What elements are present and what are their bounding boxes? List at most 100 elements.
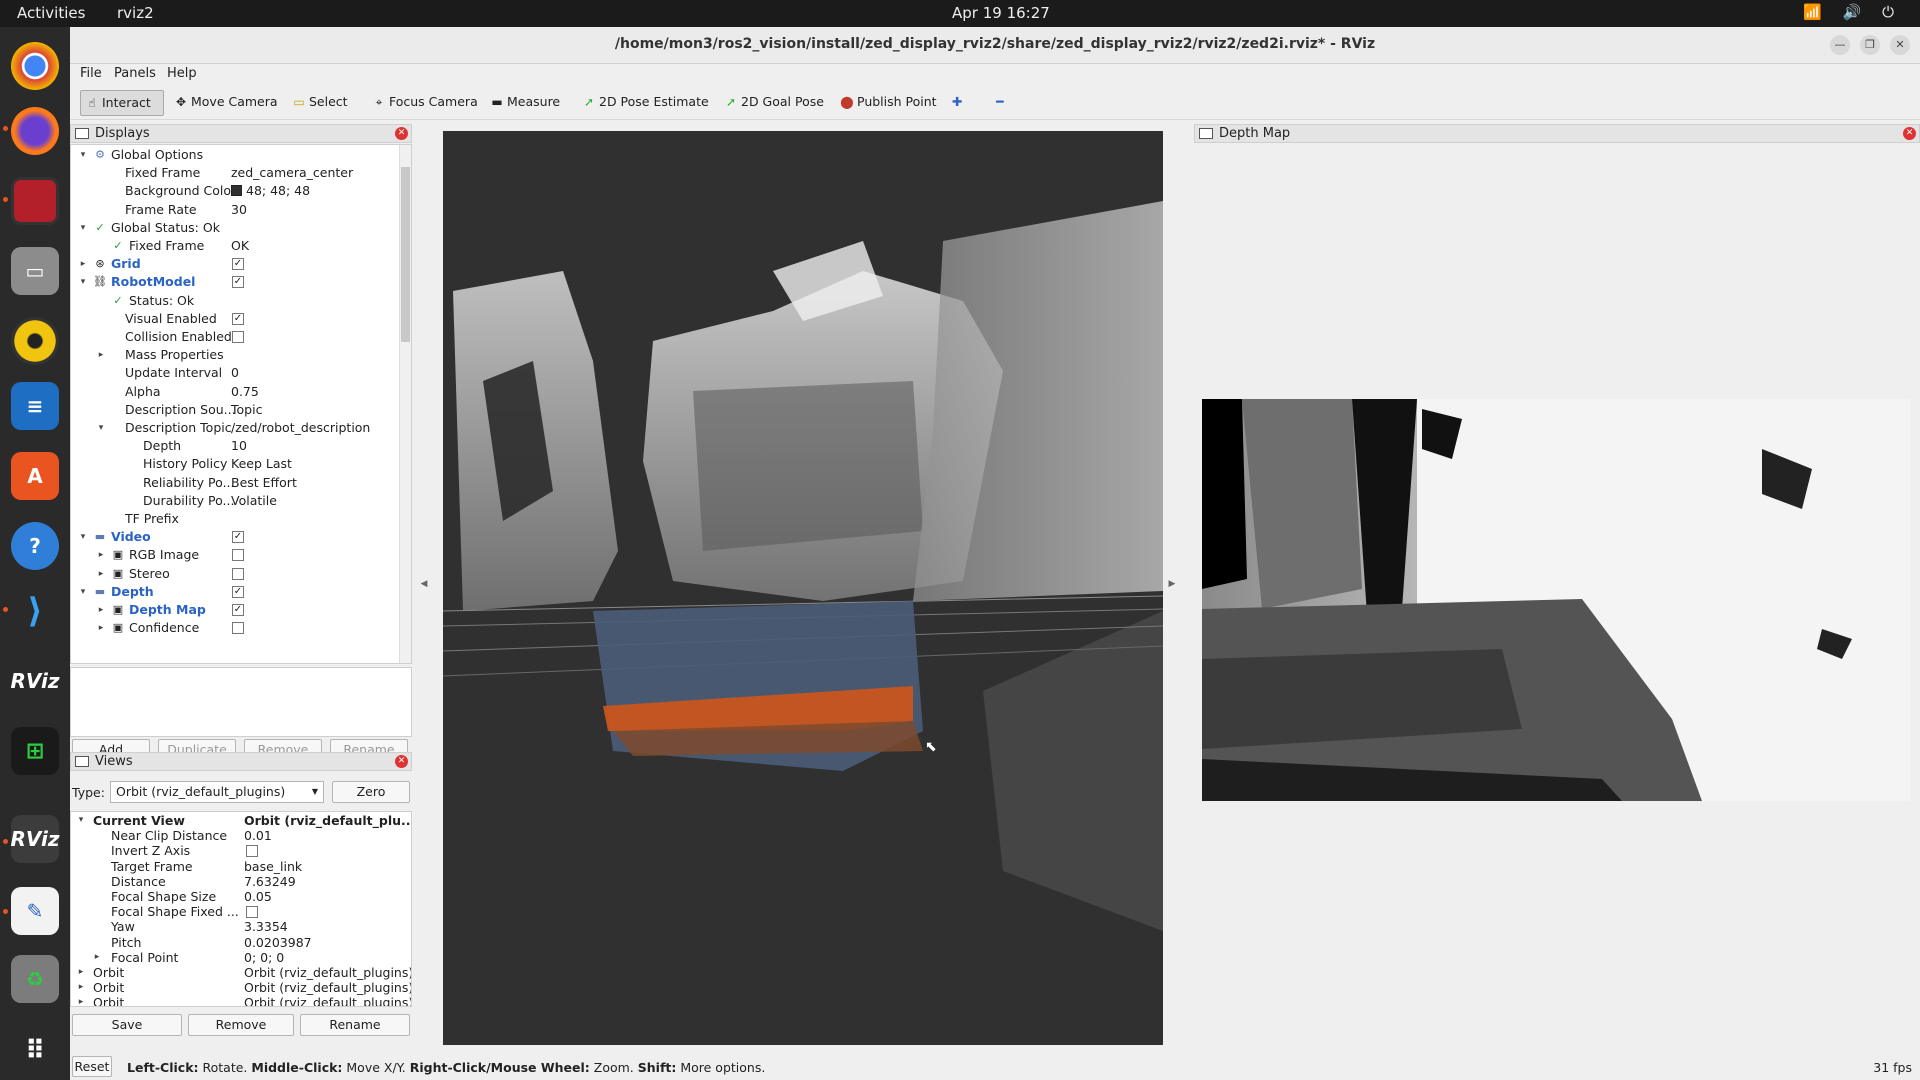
interact-tool[interactable]: ☝ Interact bbox=[80, 90, 164, 116]
view-tree-row[interactable]: Invert Z Axis bbox=[71, 843, 396, 858]
display-tree-value[interactable]: 0 bbox=[231, 364, 239, 382]
vscode-icon[interactable]: ⟩ bbox=[11, 587, 59, 635]
display-tree-row[interactable]: Frame Rate 30 bbox=[71, 201, 396, 219]
render-viewport-3d[interactable]: ⬉ bbox=[443, 131, 1163, 1045]
chrome-icon[interactable] bbox=[11, 42, 59, 90]
remove-view-button[interactable]: Remove bbox=[188, 1014, 294, 1036]
view-tree-row[interactable]: Distance 7.63249 bbox=[71, 874, 396, 889]
collapse-arrow-icon[interactable]: ▾ bbox=[77, 146, 89, 164]
firefox-icon[interactable] bbox=[11, 107, 59, 155]
view-tree-row[interactable]: ▸ Orbit Orbit (rviz_default_plugins) bbox=[71, 980, 411, 995]
view-tree-value[interactable]: 0; 0; 0 bbox=[244, 950, 284, 965]
display-tree-row[interactable]: ▸ ▣ Stereo bbox=[71, 565, 396, 583]
view-tree-row[interactable]: ▸ Orbit Orbit (rviz_default_plugins) bbox=[71, 965, 411, 980]
help-icon[interactable]: ? bbox=[11, 522, 59, 570]
rviz-launcher-icon[interactable]: RViz bbox=[10, 657, 60, 705]
display-tree-value[interactable]: Topic bbox=[231, 401, 262, 419]
view-tree-value[interactable]: 7.63249 bbox=[244, 874, 296, 889]
display-tree-row[interactable]: ▸ ▣ RGB Image bbox=[71, 546, 396, 564]
display-tree-row[interactable]: Visual Enabled ✓ bbox=[71, 310, 396, 328]
zero-view-button[interactable]: Zero bbox=[332, 781, 410, 803]
display-tree-value[interactable]: 30 bbox=[231, 201, 247, 219]
display-tree-row[interactable]: Background Color 48; 48; 48 bbox=[71, 182, 396, 200]
display-tree-value[interactable]: Volatile bbox=[231, 492, 277, 510]
view-tree-value[interactable]: Orbit (rviz_default_plugins) bbox=[244, 995, 411, 1006]
close-window-button[interactable]: ✕ bbox=[1890, 35, 1910, 55]
display-tree-row[interactable]: Update Interval 0 bbox=[71, 364, 396, 382]
display-tree-row[interactable]: ▸ ⊛ Grid ✓ bbox=[71, 255, 396, 273]
move-camera-tool[interactable]: ✥ Move Camera bbox=[170, 90, 282, 116]
expand-arrow-icon[interactable]: ▸ bbox=[75, 965, 87, 980]
rename-view-button[interactable]: Rename bbox=[300, 1014, 410, 1036]
clock[interactable]: Apr 19 16:27 bbox=[952, 4, 1050, 22]
expand-arrow-icon[interactable]: ▸ bbox=[91, 950, 103, 965]
collapse-arrow-icon[interactable]: ▾ bbox=[77, 583, 89, 601]
display-tree-row[interactable]: ▾ ▬ Video ✓ bbox=[71, 528, 396, 546]
view-tree-row[interactable]: Target Frame base_link bbox=[71, 859, 396, 874]
display-tree-row[interactable]: Collision Enabled bbox=[71, 328, 396, 346]
enable-checkbox[interactable]: ✓ bbox=[232, 585, 244, 598]
display-tree-row[interactable]: Alpha 0.75 bbox=[71, 383, 396, 401]
splitter-handle[interactable]: ▶ bbox=[1168, 579, 1176, 599]
display-tree-value[interactable]: Keep Last bbox=[231, 455, 292, 473]
writer-icon[interactable]: ≡ bbox=[11, 382, 59, 430]
terminal-app-icon[interactable] bbox=[11, 177, 59, 225]
minimize-button[interactable]: — bbox=[1830, 35, 1850, 55]
display-tree-row[interactable]: ▾ ⛓ RobotModel ✓ bbox=[71, 273, 396, 291]
option-checkbox[interactable] bbox=[246, 906, 258, 919]
save-view-button[interactable]: Save bbox=[72, 1014, 182, 1036]
close-panel-icon[interactable]: ✕ bbox=[395, 127, 408, 140]
enable-checkbox[interactable]: ✓ bbox=[232, 312, 244, 325]
view-tree-row[interactable]: Pitch 0.0203987 bbox=[71, 935, 396, 950]
expand-arrow-icon[interactable]: ▸ bbox=[95, 346, 107, 364]
display-tree-value[interactable]: zed_camera_center bbox=[231, 164, 353, 182]
menu-file[interactable]: File bbox=[80, 66, 102, 81]
collapse-arrow-icon[interactable]: ▾ bbox=[95, 419, 107, 437]
display-tree-row[interactable]: ▾ ⚙ Global Options bbox=[71, 146, 396, 164]
view-tree-row[interactable]: ▸ Focal Point 0; 0; 0 bbox=[71, 950, 396, 965]
publish-point-tool[interactable]: ⬤ Publish Point bbox=[836, 90, 941, 116]
rviz-running-icon[interactable]: RViz bbox=[10, 815, 60, 863]
display-tree-row[interactable]: ▸ ▣ Confidence bbox=[71, 619, 396, 637]
software-center-icon[interactable]: A bbox=[11, 452, 59, 500]
display-tree-row[interactable]: ▾ Description Topic/zed/robot_description bbox=[71, 419, 396, 437]
select-tool[interactable]: ▭ Select bbox=[288, 90, 352, 116]
view-type-select[interactable]: Orbit (rviz_default_plugins) ▼ bbox=[110, 781, 324, 803]
view-tree-value[interactable]: Orbit (rviz_default_plugins) bbox=[244, 980, 411, 995]
display-tree-row[interactable]: ✓ Status: Ok bbox=[71, 292, 396, 310]
expand-arrow-icon[interactable]: ▸ bbox=[75, 980, 87, 995]
display-tree-row[interactable]: ▸ Mass Properties bbox=[71, 346, 396, 364]
collapse-arrow-icon[interactable]: ▾ bbox=[77, 273, 89, 291]
displays-tree[interactable]: ▾ ⚙ Global Options Fixed Frame zed_camera_ce… bbox=[70, 144, 412, 664]
display-tree-value[interactable]: /zed/robot_description bbox=[231, 419, 370, 437]
activities-button[interactable]: Activities bbox=[17, 4, 85, 22]
enable-checkbox[interactable]: ✓ bbox=[232, 276, 244, 289]
display-tree-row[interactable]: Description Sou... Topic bbox=[71, 401, 396, 419]
close-panel-icon[interactable]: ✕ bbox=[1903, 127, 1916, 140]
display-tree-row[interactable]: Durability Po... Volatile bbox=[71, 492, 396, 510]
display-tree-row[interactable]: ▾ ▬ Depth ✓ bbox=[71, 583, 396, 601]
menu-help[interactable]: Help bbox=[167, 66, 197, 81]
goal-pose-tool[interactable]: ➚ 2D Goal Pose bbox=[720, 90, 828, 116]
display-tree-row[interactable]: ▾ ✓ Global Status: Ok bbox=[71, 219, 396, 237]
display-tree-value[interactable]: 10 bbox=[231, 437, 247, 455]
display-tree-row[interactable]: TF Prefix bbox=[71, 510, 396, 528]
view-tree-value[interactable]: Orbit (rviz_default_plugins) bbox=[244, 965, 411, 980]
maximize-button[interactable]: ❐ bbox=[1860, 35, 1880, 55]
display-tree-row[interactable]: Depth 10 bbox=[71, 437, 396, 455]
system-tray[interactable]: 📶 🔊 ⏻ bbox=[1803, 3, 1902, 21]
expand-arrow-icon[interactable]: ▸ bbox=[95, 619, 107, 637]
expand-arrow-icon[interactable]: ▸ bbox=[77, 255, 89, 273]
views-tree[interactable]: ▾ Current View Orbit (rviz_default_plu... N… bbox=[70, 811, 412, 1007]
display-tree-row[interactable]: Fixed Frame zed_camera_center bbox=[71, 164, 396, 182]
enable-checkbox[interactable]: ✓ bbox=[232, 258, 244, 271]
text-editor-icon[interactable]: ✎ bbox=[11, 887, 59, 935]
enable-checkbox[interactable] bbox=[232, 331, 244, 343]
rqt-graph-icon[interactable]: ⊞ bbox=[11, 727, 59, 775]
collapse-arrow-icon[interactable]: ▾ bbox=[75, 813, 87, 828]
enable-checkbox[interactable] bbox=[232, 549, 244, 562]
display-tree-row[interactable]: History Policy Keep Last bbox=[71, 455, 396, 473]
view-tree-row[interactable]: ▾ Current View Orbit (rviz_default_plu... bbox=[71, 813, 411, 828]
expand-arrow-icon[interactable]: ▸ bbox=[95, 565, 107, 583]
view-tree-row[interactable]: Focal Shape Size 0.05 bbox=[71, 889, 396, 904]
